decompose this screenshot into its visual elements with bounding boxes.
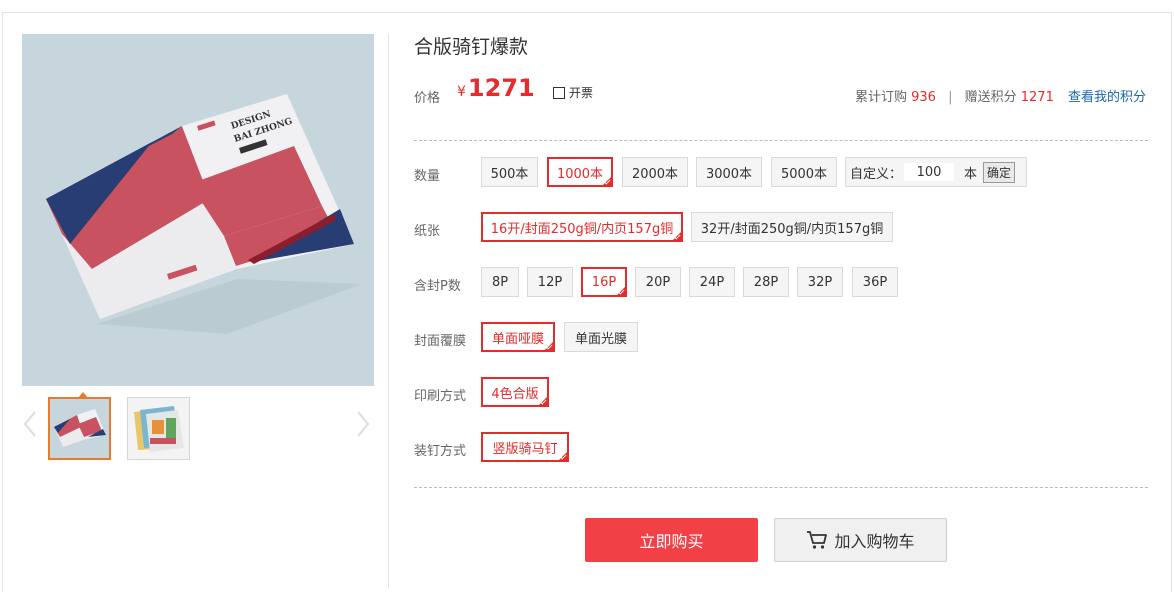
thumbnail-1[interactable] [48, 397, 111, 460]
column-divider [388, 34, 389, 588]
custom-quantity-unit: 本 [964, 166, 978, 182]
pages-option[interactable]: 24P [689, 267, 735, 297]
custom-quantity: 自定义： 本 确定 [845, 157, 1027, 187]
orders-count: 936 [911, 90, 936, 105]
quantity-option-selected[interactable]: 1000本 [547, 157, 613, 187]
currency-symbol: ¥ [457, 84, 466, 100]
points-label: 赠送积分 [964, 90, 1017, 105]
checkbox-icon[interactable] [553, 86, 565, 99]
pages-option[interactable]: 36P [852, 267, 898, 297]
divider-bottom [414, 487, 1148, 488]
chevron-left-icon[interactable] [22, 410, 38, 438]
add-to-cart-label: 加入购物车 [834, 532, 915, 551]
product-main-image: DESIGN BAI ZHONG [22, 34, 374, 386]
add-to-cart-button[interactable]: 加入购物车 [774, 518, 947, 562]
lamination-option[interactable]: 单面光膜 [564, 322, 638, 352]
quantity-option[interactable]: 3000本 [696, 157, 762, 187]
invoice-checkbox[interactable]: 开票 [553, 84, 593, 101]
pages-option[interactable]: 20P [635, 267, 681, 297]
invoice-label: 开票 [569, 86, 594, 100]
quantity-option[interactable]: 5000本 [771, 157, 837, 187]
paper-option-selected[interactable]: 16开/封面250g铜/内页157g铜 [481, 212, 683, 242]
price: ¥1271 [457, 74, 535, 102]
points-value: 1271 [1020, 90, 1054, 105]
product-stats: 累计订购 936 | 赠送积分 1271 查看我的积分 [855, 86, 1146, 105]
lamination-option-selected[interactable]: 单面哑膜 [481, 322, 555, 352]
lamination-label: 封面覆膜 [414, 334, 467, 349]
cart-icon [807, 531, 828, 549]
buy-now-button[interactable]: 立即购买 [585, 518, 758, 562]
printing-option-selected[interactable]: 4色合版 [481, 377, 549, 407]
paper-option[interactable]: 32开/封面250g铜/内页157g铜 [691, 212, 893, 242]
chevron-right-icon[interactable] [355, 410, 371, 438]
custom-quantity-input[interactable] [904, 163, 955, 181]
my-points-link[interactable]: 查看我的积分 [1068, 90, 1146, 105]
pages-option-selected[interactable]: 16P [581, 267, 627, 297]
orders-label: 累计订购 [854, 90, 907, 105]
quantity-option[interactable]: 500本 [481, 157, 538, 187]
pages-option[interactable]: 8P [481, 267, 519, 297]
product-title: 合版骑钉爆款 [414, 36, 529, 58]
pages-option[interactable]: 32P [797, 267, 843, 297]
pages-option[interactable]: 28P [743, 267, 789, 297]
price-value: 1271 [467, 74, 535, 102]
stats-separator: | [948, 90, 953, 105]
thumbnail-2[interactable] [127, 397, 190, 460]
binding-label: 装钉方式 [414, 444, 467, 459]
printing-label: 印刷方式 [414, 389, 467, 404]
custom-quantity-label: 自定义： [850, 166, 903, 182]
divider-top [414, 140, 1148, 141]
pages-option[interactable]: 12P [527, 267, 573, 297]
confirm-button[interactable]: 确定 [983, 161, 1016, 183]
quantity-label: 数量 [414, 169, 441, 184]
quantity-option[interactable]: 2000本 [622, 157, 688, 187]
pages-label: 含封P数 [414, 279, 461, 294]
binding-option-selected[interactable]: 竖版骑马钉 [481, 432, 569, 462]
paper-label: 纸张 [414, 224, 441, 239]
price-label: 价格 [414, 91, 441, 106]
